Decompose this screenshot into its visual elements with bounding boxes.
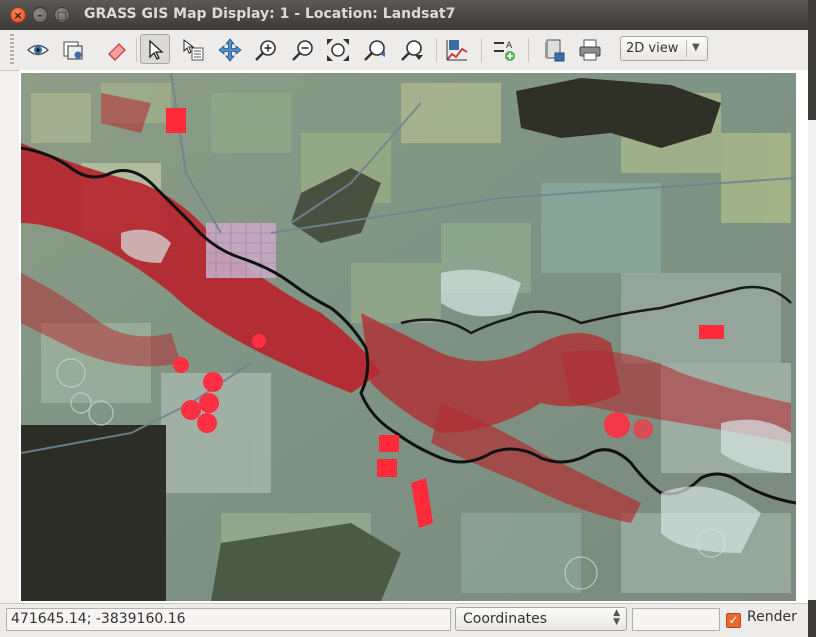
- statusbar-mode-value: Coordinates: [463, 611, 548, 627]
- toolbar-grip[interactable]: [10, 34, 14, 64]
- map-canvas[interactable]: [21, 73, 796, 601]
- save-map-icon: [545, 39, 565, 62]
- minimize-window-button[interactable]: –: [32, 7, 48, 23]
- query-button[interactable]: [177, 34, 207, 64]
- zoom-out-icon: [292, 40, 313, 61]
- zoom-in-icon: [255, 40, 276, 61]
- status-bar: 471645.14; -3839160.16 Coordinates ▲ ▼ ✓ R…: [0, 603, 808, 637]
- zoom-extent-icon: [327, 39, 349, 61]
- display-map-icon: [26, 44, 50, 56]
- render-label: Render: [747, 609, 797, 625]
- print-button[interactable]: [574, 34, 604, 64]
- title-bar: × – □ GRASS GIS Map Display: 1 - Locatio…: [0, 0, 808, 30]
- coordinates-field[interactable]: 471645.14; -3839160.16: [6, 608, 451, 631]
- analyze-button[interactable]: [441, 34, 471, 64]
- map-display-window: × – □ GRASS GIS Map Display: 1 - Locatio…: [0, 0, 808, 637]
- render-map-button[interactable]: [57, 34, 87, 64]
- maximize-window-button[interactable]: □: [54, 7, 70, 23]
- erase-display-icon: [108, 43, 126, 61]
- zoom-in-button[interactable]: [250, 34, 280, 64]
- render-map-icon: [63, 41, 83, 60]
- zoom-back-button[interactable]: [359, 34, 389, 64]
- analyze-icon: [446, 40, 468, 61]
- pan-icon: [218, 38, 242, 62]
- zoom-menu-icon: [401, 40, 423, 61]
- display-map-button[interactable]: [22, 34, 52, 64]
- zoom-extent-button[interactable]: [322, 34, 352, 64]
- landsat-satellite-image: [21, 73, 796, 601]
- map-canvas-frame: [19, 70, 808, 603]
- decoration-button[interactable]: A: [488, 34, 518, 64]
- erase-display-button[interactable]: [101, 34, 131, 64]
- zoom-menu-button[interactable]: [396, 34, 426, 64]
- zoom-out-button[interactable]: [287, 34, 317, 64]
- query-icon: [183, 38, 204, 61]
- close-window-button[interactable]: ×: [10, 7, 26, 23]
- statusbar-progress-field: [632, 608, 720, 631]
- decoration-icon: A: [494, 41, 515, 61]
- window-title: GRASS GIS Map Display: 1 - Location: Lan…: [84, 6, 456, 22]
- pointer-icon: [149, 39, 164, 60]
- print-icon: [579, 39, 601, 61]
- view-mode-select[interactable]: 2D view ▼: [620, 36, 708, 61]
- spin-arrows-icon: ▲ ▼: [613, 608, 620, 627]
- pointer-button[interactable]: [140, 34, 170, 64]
- zoom-back-icon: [364, 40, 385, 61]
- pan-button[interactable]: [214, 34, 244, 64]
- statusbar-mode-select[interactable]: Coordinates ▲ ▼: [455, 607, 627, 631]
- render-checkbox[interactable]: ✓ Render: [726, 609, 797, 628]
- desktop-background: [808, 0, 816, 637]
- chevron-down-icon: ▼: [692, 42, 700, 53]
- save-map-button[interactable]: [538, 34, 568, 64]
- view-mode-value: 2D view: [626, 41, 679, 56]
- svg-text:A: A: [506, 41, 513, 51]
- checkmark-icon: ✓: [726, 613, 741, 628]
